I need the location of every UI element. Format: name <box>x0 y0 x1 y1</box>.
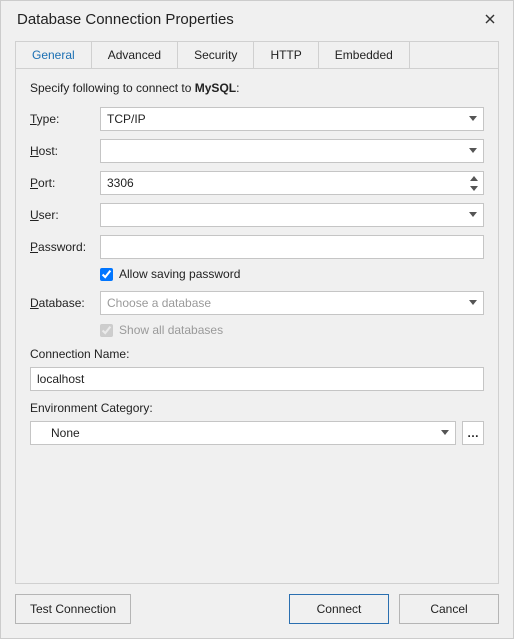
env-category-select[interactable]: None <box>30 421 456 445</box>
env-category-more-button[interactable]: … <box>462 421 484 445</box>
intro-text: Specify following to connect to MySQL: <box>30 81 484 95</box>
close-icon[interactable] <box>479 9 501 29</box>
chevron-down-icon <box>469 116 477 122</box>
dialog-title: Database Connection Properties <box>17 11 479 28</box>
password-input[interactable] <box>100 235 484 259</box>
user-combo[interactable] <box>100 203 484 227</box>
allow-saving-label: Allow saving password <box>119 267 240 281</box>
allow-saving-checkbox[interactable] <box>100 268 113 281</box>
tab-general[interactable]: General <box>16 42 92 68</box>
port-value: 3306 <box>107 176 134 190</box>
label-database: Database: <box>30 296 100 310</box>
content: General Advanced Security HTTP Embedded … <box>1 33 513 584</box>
label-port: Port: <box>30 176 100 190</box>
label-type: Type: <box>30 112 100 126</box>
label-password: Password: <box>30 240 100 254</box>
spinner-up-icon[interactable] <box>467 173 481 183</box>
label-env-category: Environment Category: <box>30 401 484 415</box>
database-combo[interactable]: Choose a database <box>100 291 484 315</box>
allow-saving-row: Allow saving password <box>100 267 484 281</box>
label-user: User: <box>30 208 100 222</box>
footer: Test Connection Connect Cancel <box>1 584 513 638</box>
tabs-container: General Advanced Security HTTP Embedded … <box>15 41 499 584</box>
tab-security[interactable]: Security <box>178 42 254 68</box>
label-host: Host: <box>30 144 100 158</box>
connection-name-input[interactable] <box>30 367 484 391</box>
type-combo[interactable]: TCP/IP <box>100 107 484 131</box>
tab-row: General Advanced Security HTTP Embedded <box>16 42 498 69</box>
label-connection-name: Connection Name: <box>30 347 484 361</box>
tab-body-general: Specify following to connect to MySQL: T… <box>16 69 498 583</box>
test-connection-button[interactable]: Test Connection <box>15 594 131 624</box>
chevron-down-icon <box>469 300 477 306</box>
chevron-down-icon <box>469 212 477 218</box>
chevron-down-icon <box>469 148 477 154</box>
tab-embedded[interactable]: Embedded <box>319 42 410 68</box>
titlebar: Database Connection Properties <box>1 1 513 33</box>
dialog: Database Connection Properties General A… <box>0 0 514 639</box>
cancel-button[interactable]: Cancel <box>399 594 499 624</box>
chevron-down-icon <box>441 430 449 436</box>
show-all-label: Show all databases <box>119 323 223 337</box>
intro-prefix: Specify following to connect to <box>30 81 195 95</box>
tab-http[interactable]: HTTP <box>254 42 318 68</box>
port-spinner[interactable]: 3306 <box>100 171 484 195</box>
tab-advanced[interactable]: Advanced <box>92 42 178 68</box>
type-value: TCP/IP <box>107 112 146 126</box>
intro-engine: MySQL <box>195 81 236 95</box>
show-all-row: Show all databases <box>100 323 484 337</box>
host-combo[interactable] <box>100 139 484 163</box>
show-all-checkbox <box>100 324 113 337</box>
connect-button[interactable]: Connect <box>289 594 389 624</box>
intro-suffix: : <box>236 81 239 95</box>
env-category-value: None <box>51 426 80 440</box>
spinner-down-icon[interactable] <box>467 183 481 193</box>
database-placeholder: Choose a database <box>107 296 211 310</box>
